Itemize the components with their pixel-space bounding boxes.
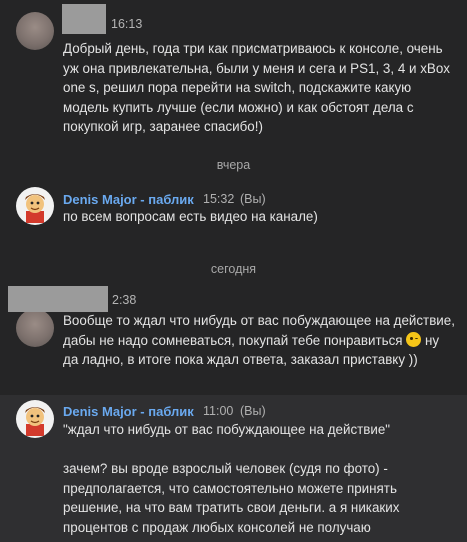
avatar[interactable] <box>16 400 54 438</box>
message-time: 16:13 <box>111 17 143 31</box>
avatar[interactable] <box>16 309 54 347</box>
message-text-part: Вообще то ждал что нибудь от вас побужда… <box>63 313 459 348</box>
message-author[interactable]: Denis Major - паблик <box>63 404 194 419</box>
message-time: 11:00 <box>203 404 234 418</box>
own-message-label: (Вы) <box>240 192 266 206</box>
smirk-emoji-icon <box>406 331 422 347</box>
own-message-label: (Вы) <box>240 404 266 418</box>
message-outgoing-1: Denis Major - паблик 15:32 (Вы) по всем … <box>0 182 467 242</box>
cartoon-avatar-icon <box>25 194 45 223</box>
avatar[interactable] <box>16 12 54 50</box>
message-time: 15:32 <box>203 192 235 206</box>
message-incoming-2: 2:38 Вообще то ждал что нибудь от вас по… <box>0 282 467 392</box>
message-incoming-1: 16:13 Добрый день, года три как присматр… <box>0 0 467 160</box>
message-text: "ждал что нибудь от вас побуждающее на д… <box>63 422 400 535</box>
message-text: Добрый день, года три как присматриваюсь… <box>63 41 454 134</box>
message-time: 2:38 <box>112 293 137 307</box>
date-separator-yesterday: вчера <box>216 158 251 172</box>
redacted-author-name <box>62 4 106 34</box>
date-separator-today: сегодня <box>210 262 257 276</box>
message-text: Вообще то ждал что нибудь от вас побужда… <box>63 311 458 370</box>
avatar[interactable] <box>16 187 54 225</box>
cartoon-avatar-icon <box>25 407 45 436</box>
message-text: по всем вопросам есть видео на канале) <box>63 209 318 224</box>
message-author[interactable]: Denis Major - паблик <box>63 192 194 207</box>
redacted-author-name <box>8 286 108 312</box>
message-outgoing-2: Denis Major - паблик 11:00 (Вы) "ждал чт… <box>0 395 467 542</box>
